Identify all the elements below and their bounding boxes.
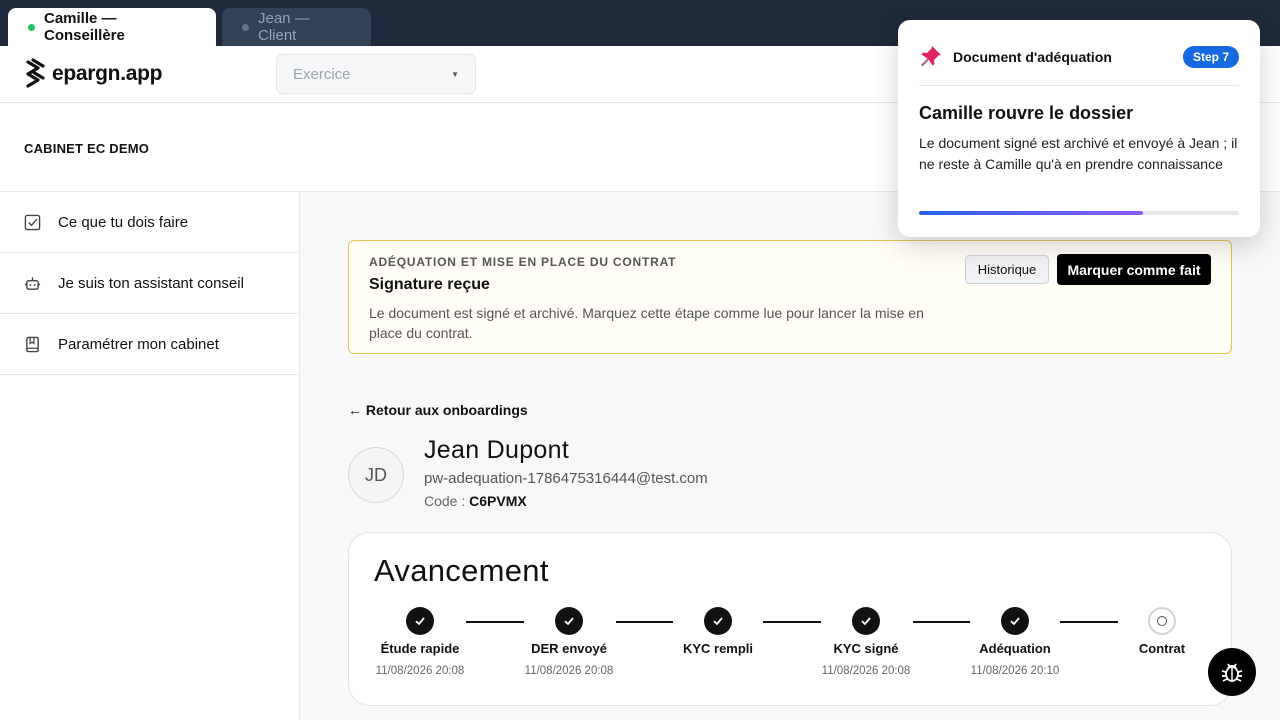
tab-label: Jean — Client (258, 10, 310, 44)
sidebar-item-label: Ce que tu dois faire (58, 213, 189, 231)
main-content: ADÉQUATION ET MISE EN PLACE DU CONTRAT S… (300, 192, 1280, 720)
step-label: Étude rapide (380, 641, 460, 656)
logo-text: epargn.app (52, 62, 163, 85)
sidebar: Ce que tu dois faire Je suis ton assista… (0, 192, 300, 720)
client-email: pw-adequation-1786475316444@test.com (424, 470, 708, 487)
step-badge: Step 7 (1182, 46, 1239, 68)
step-date: 11/08/2026 20:08 (821, 665, 911, 677)
check-icon (1001, 607, 1029, 635)
bug-icon (1221, 663, 1243, 682)
alert-title: Signature reçue (369, 276, 490, 293)
tutorial-progress-bar (919, 211, 1239, 215)
history-button[interactable]: Historique (965, 255, 1049, 284)
popover-title: Camille rouvre le dossier (919, 103, 1134, 123)
inactive-status-dot (242, 23, 249, 31)
progress-step: KYC signé 11/08/2026 20:08 (796, 607, 936, 677)
sidebar-item-assistant[interactable]: Je suis ton assistant conseil (0, 253, 299, 314)
step-label: Contrat (1138, 641, 1186, 656)
sidebar-item-label: Paramétrer mon cabinet (58, 335, 219, 353)
progress-card: Avancement Étude rapide 11/08/2026 20:08… (348, 532, 1232, 706)
popover-text: Le document signé est archivé et envoyé … (919, 135, 1238, 172)
mark-done-button[interactable]: Marquer comme fait (1057, 254, 1211, 285)
tutorial-progress-fill (919, 211, 1143, 215)
step-date: 11/08/2026 20:08 (524, 665, 614, 677)
pushpin-icon (921, 46, 941, 67)
step-label: Adéquation (979, 641, 1051, 656)
check-icon (555, 607, 583, 635)
robot-icon (24, 276, 41, 290)
book-icon (26, 336, 39, 352)
sidebar-item-label: Je suis ton assistant conseil (58, 274, 244, 292)
pending-circle-icon (1148, 607, 1176, 635)
sidebar-item-todo[interactable]: Ce que tu dois faire (0, 192, 299, 253)
bug-report-button[interactable] (1208, 648, 1256, 696)
back-link[interactable]: ← Retour aux onboardings (348, 402, 528, 418)
logo[interactable]: epargn.app (24, 58, 162, 90)
alert-description: Le document est signé et archivé. Marque… (369, 305, 924, 341)
step-label: KYC rempli (682, 641, 754, 656)
check-icon (704, 607, 732, 635)
code-value: C6PVMX (469, 493, 527, 509)
step-date: 11/08/2026 20:08 (375, 665, 465, 677)
progress-step: KYC rempli (648, 607, 788, 665)
check-icon (852, 607, 880, 635)
step-date: 11/08/2026 20:10 (970, 665, 1060, 677)
chevron-down-icon: ▼ (451, 69, 459, 79)
popover-header: Document d'adéquation Step 7 (919, 44, 1239, 86)
progress-step: Contrat (1092, 607, 1232, 665)
step-label: DER envoyé (531, 641, 607, 656)
progress-step: Adéquation 11/08/2026 20:10 (945, 607, 1085, 677)
exercice-select[interactable]: Exercice ▼ (276, 54, 476, 94)
sidebar-item-settings[interactable]: Paramétrer mon cabinet (0, 314, 299, 375)
active-status-dot (28, 23, 35, 31)
popover-header-title: Document d'adéquation (953, 49, 1112, 65)
progress-step: DER envoyé 11/08/2026 20:08 (499, 607, 639, 677)
tab-jean[interactable]: Jean — Client (222, 8, 371, 46)
avatar: JD (348, 447, 404, 503)
select-value: Exercice (293, 65, 351, 83)
logo-icon (26, 58, 45, 88)
progress-step: Étude rapide 11/08/2026 20:08 (350, 607, 490, 677)
step-alert: ADÉQUATION ET MISE EN PLACE DU CONTRAT S… (348, 240, 1232, 354)
progress-title: Avancement (374, 553, 549, 588)
checkbox-icon (24, 214, 41, 230)
tab-label: Camille — Conseillère (44, 10, 125, 44)
step-label: KYC signé (833, 641, 899, 656)
code-label: Code : (424, 493, 470, 509)
tab-camille[interactable]: Camille — Conseillère (8, 8, 216, 46)
cabinet-name: CABINET EC DEMO (24, 141, 150, 156)
tutorial-popover: Document d'adéquation Step 7 Camille rou… (898, 20, 1260, 237)
client-name: Jean Dupont (424, 436, 570, 464)
alert-eyebrow: ADÉQUATION ET MISE EN PLACE DU CONTRAT (369, 255, 677, 269)
client-code: Code : C6PVMX (424, 493, 527, 509)
check-icon (406, 607, 434, 635)
